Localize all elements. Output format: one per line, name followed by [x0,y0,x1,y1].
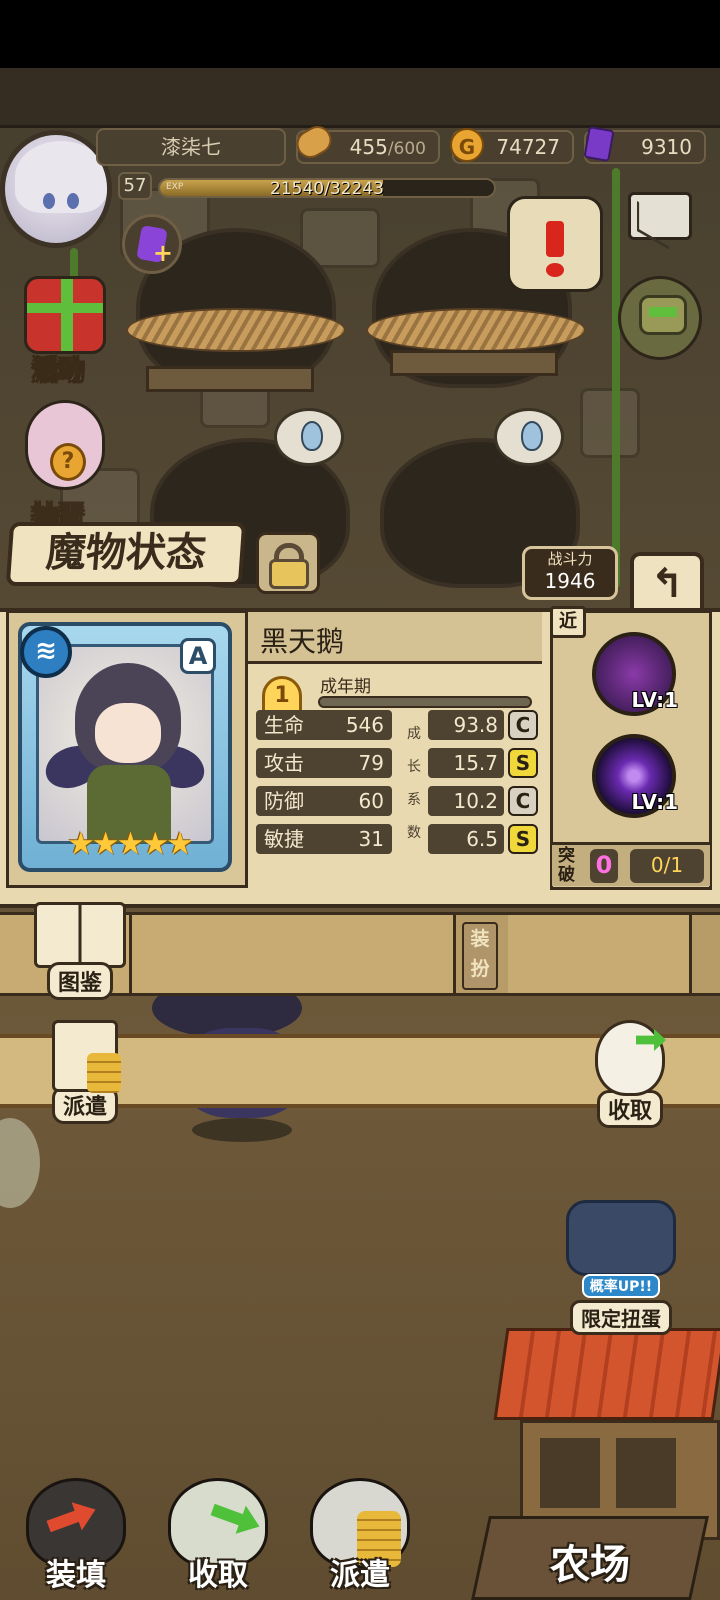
grade-badge: C [508,786,538,816]
skill-vortex-icon[interactable]: LV:1 [592,734,678,818]
codex-button[interactable]: 图鉴 [28,902,132,1000]
growth-value: 6.5 [428,824,504,854]
combat-power-box: 战斗力 1946 [522,546,618,600]
grade-badge: S [508,824,538,854]
straw-nest [366,308,586,352]
breakthrough-count: 0 [590,849,618,883]
stat-label: 生命 [264,713,304,737]
skill-level: LV:1 [631,688,678,712]
gift-box-icon [24,276,106,354]
breakthrough-row: 突破 0 0/1 [552,842,710,886]
mail-button[interactable] [626,192,694,250]
stat-row-agility: 敏捷 31 6.5 S [252,824,542,856]
monster-name: 黑天鹅 [260,625,345,658]
stat-value: 546 [345,713,384,737]
lock-button[interactable] [256,532,320,594]
monster-name-box: 黑天鹅 [248,612,542,664]
straw-nest [126,308,346,352]
gold-coin-icon: G [450,128,484,162]
star-rating: ★★★★★ [67,826,194,862]
hud-bar [0,68,720,128]
growth-value: 93.8 [428,710,504,740]
collect-button[interactable]: 收取 [584,1020,676,1128]
dispatch-contract-icon [52,1020,121,1093]
egg-bubble-icon[interactable] [494,408,564,466]
codex-label: 图鉴 [46,962,113,1000]
collect-egg-icon [595,1020,666,1096]
growth-caption-char: 数 [407,825,421,841]
limited-egg-label: 限定扭蛋 [570,1300,672,1335]
gem-plus-icon: + [122,214,182,274]
backpack-icon [618,276,702,360]
dress-up-button[interactable]: 装扮 [462,922,498,990]
activity-label: 活动 [31,356,85,387]
gem-plus-button[interactable]: + [120,214,184,278]
butterfly-decoration [0,1118,40,1208]
quest-scroll-icon [507,196,603,292]
panel-title: 魔物状态 [5,522,247,586]
exp-text: 21540/32243 [270,179,384,198]
stat-label: 敏捷 [264,827,304,851]
exp-bar: EXP 21540/32243 [158,178,496,198]
nav-dispatch-button[interactable]: 派遣 [296,1478,424,1600]
egg-draw-button[interactable]: ? 抽蛋 [10,400,120,533]
stamina-max: /600 [387,139,426,159]
stat-row-hp: 生命 546 93.8 C [252,710,542,742]
growth-caption-char: 长 [407,759,421,775]
nav-load-label: 装填 [46,1558,106,1593]
player-name: 漆柒七 [96,128,286,166]
attack-range-tag: 近 [550,606,586,638]
grade-badge: C [508,710,538,740]
egg-bubble-icon[interactable] [274,408,344,466]
breakthrough-label: 突破 [558,846,575,885]
stat-value: 31 [358,827,384,851]
stat-value: 79 [358,751,384,775]
nav-collect-button[interactable]: 收取 [154,1478,282,1600]
stat-value: 60 [358,789,384,813]
growth-value: 15.7 [428,748,504,778]
limited-egg-icon [566,1200,676,1276]
rank-badge: A [180,638,216,674]
nav-farm-button[interactable]: 农场 [471,1478,709,1600]
stat-label: 攻击 [264,751,304,775]
combat-power-label: 战斗力 [547,550,593,568]
growth-caption: 成 长 系 数 [402,718,426,852]
growth-caption-char: 成 [407,726,421,742]
open-book-icon [34,902,126,968]
purple-gem-icon [583,125,615,163]
grade-badge: S [508,748,538,778]
nav-farm-label: 农场 [550,1542,630,1588]
padlock-body [269,559,309,589]
breakthrough-ratio: 0/1 [630,849,704,883]
skill-feather-icon[interactable]: LV:1 [592,632,678,716]
bunny-egg-icon: ? [25,400,105,490]
limited-egg-button[interactable]: 概率UP!! 限定扭蛋 [556,1200,686,1335]
stat-label: 防御 [264,789,304,813]
activity-button[interactable]: 活动 [10,270,120,390]
stat-row-defense: 防御 60 10.2 C [252,786,542,818]
combat-power-value: 1946 [544,569,596,593]
stamina-value: 455 [349,135,388,159]
quest-scroll-button[interactable] [500,196,610,306]
growth-caption-char: 系 [407,792,421,808]
dispatch-button[interactable]: 派遣 [40,1020,130,1124]
growth-value: 10.2 [428,786,504,816]
growth-stage-label: 成年期 [320,677,371,697]
player-level-badge: 57 [118,172,152,200]
nav-collect-label: 收取 [188,1558,248,1593]
water-element-icon: ≋ [20,626,72,678]
rate-up-tag: 概率UP!! [581,1274,661,1298]
envelope-icon [628,192,692,250]
stat-row-attack: 攻击 79 15.7 S [252,748,542,780]
growth-stage-bar [318,696,532,708]
backpack-button[interactable] [616,276,704,364]
skill-level: LV:1 [631,790,678,814]
nav-dispatch-label: 派遣 [330,1558,390,1593]
nav-load-button[interactable]: 装填 [12,1478,140,1600]
